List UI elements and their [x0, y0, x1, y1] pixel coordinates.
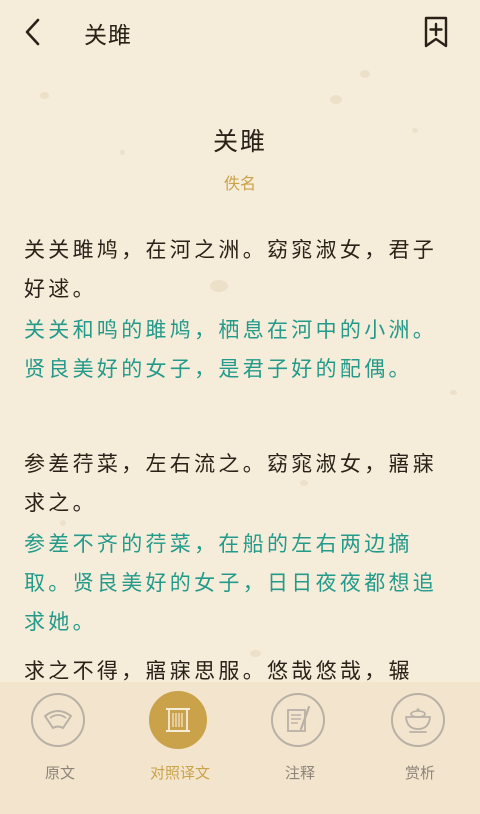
chevron-left-icon [25, 18, 40, 46]
tab-original[interactable]: 原文 [0, 682, 120, 814]
stanza-original: 参差荇菜，左右流之。窈窕淑女，寤寐求之。 [24, 452, 438, 515]
tab-annotations[interactable]: 注释 [240, 682, 360, 814]
bookmark-add-icon [424, 16, 448, 48]
fan-icon [44, 710, 72, 729]
poem-content[interactable]: 关雎 佚名 关关雎鸠，在河之洲。窈窕淑女，君子好逑。 关关和鸣的雎鸠，栖息在河中… [0, 100, 480, 682]
tab-parallel-translation[interactable]: 对照译文 [120, 682, 240, 814]
top-bar: 关雎 [0, 0, 480, 64]
tab-icon-circle [271, 693, 325, 747]
back-button[interactable] [18, 14, 50, 50]
tab-appreciation[interactable]: 赏析 [360, 682, 480, 814]
stanza-translation: 参差不齐的荇菜，在船的左右两边摘取。贤良美好的女子，日日夜夜都想追求她。 [24, 532, 438, 634]
header-title: 关雎 [84, 23, 132, 49]
brush-paper-icon [287, 705, 311, 732]
poem-author: 佚名 [223, 174, 256, 193]
stanza-translation: 关关和鸣的雎鸠，栖息在河中的小洲。贤良美好的女子，是君子好的配偶。 [24, 318, 438, 381]
bookmark-add-button[interactable] [420, 14, 452, 50]
scroll-icon [166, 708, 190, 732]
teacup-icon [405, 708, 431, 733]
tab-label: 注释 [284, 764, 315, 782]
bottom-tab-bar: 原文 对照译文 注释 赏析 [0, 682, 480, 814]
stanza-original: 关关雎鸠，在河之洲。窈窕淑女，君子好逑。 [24, 238, 438, 301]
tab-icon-circle [31, 693, 85, 747]
tab-label: 赏析 [404, 764, 435, 782]
poem-title: 关雎 [212, 127, 267, 156]
stanza-original: 求之不得，寤寐思服。悠哉悠哉，辗 [24, 659, 413, 682]
tab-label: 对照译文 [149, 764, 210, 782]
tab-label: 原文 [44, 764, 75, 782]
tab-icon-circle [391, 693, 445, 747]
tab-icon-circle [149, 691, 207, 749]
